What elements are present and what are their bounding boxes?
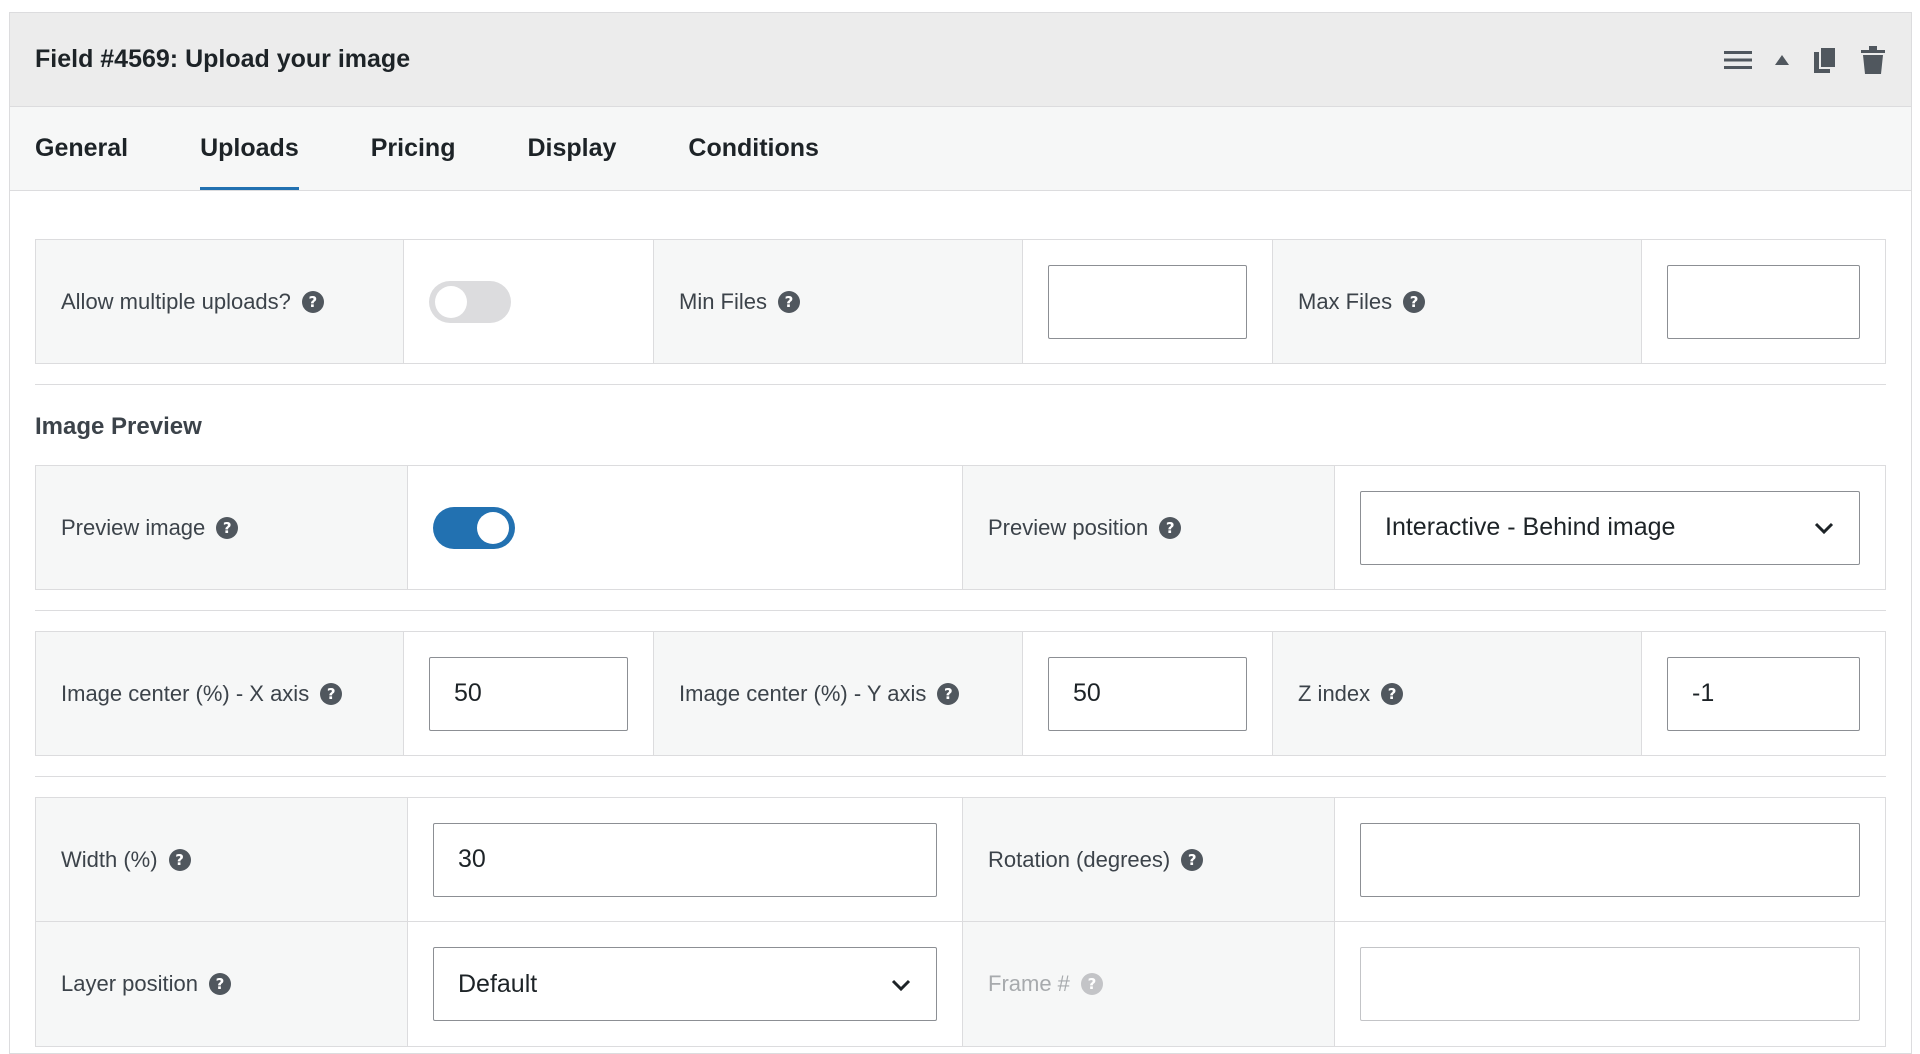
position-row: Image center (%) - X axis ? 50 Image cen… bbox=[35, 631, 1886, 756]
preview-position-cell: Interactive - Behind image bbox=[1335, 466, 1885, 589]
collapse-up-icon[interactable] bbox=[1774, 53, 1790, 67]
min-files-cell bbox=[1023, 240, 1273, 363]
frame-cell bbox=[1335, 922, 1885, 1046]
field-panel: Field #4569: Upload your image General U… bbox=[9, 12, 1912, 1054]
center-x-label: Image center (%) - X axis bbox=[61, 680, 310, 706]
chevron-down-icon bbox=[890, 970, 912, 999]
layer-position-select[interactable]: Default bbox=[433, 947, 937, 1021]
preview-position-select[interactable]: Interactive - Behind image bbox=[1360, 490, 1860, 565]
divider bbox=[35, 384, 1886, 385]
center-x-label-cell: Image center (%) - X axis ? bbox=[36, 632, 404, 755]
preview-position-label: Preview position bbox=[988, 514, 1149, 540]
tab-conditions[interactable]: Conditions bbox=[688, 107, 819, 190]
chevron-down-icon bbox=[1813, 513, 1835, 542]
help-icon[interactable]: ? bbox=[208, 973, 231, 995]
width-input[interactable]: 30 bbox=[433, 822, 937, 897]
allow-multiple-label-cell: Allow multiple uploads? ? bbox=[36, 240, 404, 363]
center-x-input[interactable]: 50 bbox=[429, 656, 628, 731]
help-icon: ? bbox=[1080, 973, 1103, 995]
rotation-label-cell: Rotation (degrees) ? bbox=[963, 798, 1335, 921]
preview-position-label-cell: Preview position ? bbox=[963, 466, 1335, 589]
z-index-label: Z index bbox=[1298, 680, 1371, 706]
center-y-input[interactable]: 50 bbox=[1048, 656, 1247, 731]
help-icon[interactable]: ? bbox=[168, 848, 191, 871]
layer-position-label: Layer position bbox=[61, 971, 198, 996]
toggle-knob bbox=[477, 511, 509, 544]
help-icon[interactable]: ? bbox=[1181, 848, 1204, 871]
header-actions bbox=[1724, 45, 1886, 75]
image-preview-heading: Image Preview bbox=[35, 413, 202, 440]
allow-multiple-toggle[interactable] bbox=[429, 280, 511, 323]
z-index-cell: -1 bbox=[1642, 632, 1885, 755]
layer-position-cell: Default bbox=[408, 922, 963, 1046]
help-icon[interactable]: ? bbox=[320, 682, 343, 705]
help-icon[interactable]: ? bbox=[1381, 682, 1404, 705]
divider bbox=[35, 776, 1886, 777]
center-x-cell: 50 bbox=[404, 632, 654, 755]
width-row: Width (%) ? 30 Rotation (degrees) ? bbox=[36, 798, 1885, 922]
rotation-label: Rotation (degrees) bbox=[988, 846, 1171, 872]
center-y-label: Image center (%) - Y axis bbox=[679, 680, 927, 706]
preview-row: Preview image ? Preview position ? Inter… bbox=[35, 465, 1886, 590]
help-icon[interactable]: ? bbox=[778, 290, 801, 313]
size-block: Width (%) ? 30 Rotation (degrees) ? Laye… bbox=[35, 797, 1886, 1047]
tab-display[interactable]: Display bbox=[527, 107, 616, 190]
frame-label: Frame # bbox=[988, 971, 1070, 996]
z-index-label-cell: Z index ? bbox=[1273, 632, 1642, 755]
width-label: Width (%) bbox=[61, 846, 158, 872]
center-y-label-cell: Image center (%) - Y axis ? bbox=[654, 632, 1023, 755]
toggle-knob bbox=[435, 285, 467, 318]
preview-image-label-cell: Preview image ? bbox=[36, 466, 408, 589]
layer-position-value: Default bbox=[458, 969, 538, 998]
uploads-tab-content: Allow multiple uploads? ? Min Files ? Ma… bbox=[10, 191, 1911, 1047]
trash-icon[interactable] bbox=[1860, 45, 1886, 75]
layer-row: Layer position ? Default Frame # ? bbox=[36, 922, 1885, 1046]
allow-multiple-cell bbox=[404, 240, 654, 363]
z-index-input[interactable]: -1 bbox=[1667, 656, 1860, 731]
field-header: Field #4569: Upload your image bbox=[10, 13, 1911, 107]
center-y-cell: 50 bbox=[1023, 632, 1273, 755]
layer-position-label-cell: Layer position ? bbox=[36, 922, 408, 1046]
preview-image-toggle[interactable] bbox=[433, 506, 515, 549]
field-title: Field #4569: Upload your image bbox=[35, 45, 411, 73]
menu-icon[interactable] bbox=[1724, 49, 1752, 71]
min-files-label: Min Files bbox=[679, 288, 768, 314]
help-icon[interactable]: ? bbox=[216, 516, 239, 539]
tab-pricing[interactable]: Pricing bbox=[371, 107, 456, 190]
preview-position-value: Interactive - Behind image bbox=[1385, 513, 1676, 541]
tab-bar: General Uploads Pricing Display Conditio… bbox=[10, 107, 1911, 191]
help-icon[interactable]: ? bbox=[1159, 516, 1182, 539]
max-files-label-cell: Max Files ? bbox=[1273, 240, 1642, 363]
frame-label-cell: Frame # ? bbox=[963, 922, 1335, 1046]
max-files-cell bbox=[1642, 240, 1885, 363]
allow-multiple-label: Allow multiple uploads? bbox=[61, 288, 291, 314]
help-icon[interactable]: ? bbox=[301, 290, 324, 313]
uploads-row: Allow multiple uploads? ? Min Files ? Ma… bbox=[35, 239, 1886, 364]
min-files-label-cell: Min Files ? bbox=[654, 240, 1023, 363]
rotation-cell bbox=[1335, 798, 1885, 921]
divider bbox=[35, 610, 1886, 611]
frame-input bbox=[1360, 947, 1860, 1021]
max-files-label: Max Files bbox=[1298, 288, 1393, 314]
tab-general[interactable]: General bbox=[35, 107, 128, 190]
rotation-input[interactable] bbox=[1360, 822, 1860, 897]
help-icon[interactable]: ? bbox=[1403, 290, 1426, 313]
duplicate-icon[interactable] bbox=[1812, 45, 1838, 75]
tab-uploads[interactable]: Uploads bbox=[200, 107, 299, 190]
preview-image-cell bbox=[408, 466, 963, 589]
width-label-cell: Width (%) ? bbox=[36, 798, 408, 921]
width-cell: 30 bbox=[408, 798, 963, 921]
preview-image-label: Preview image bbox=[61, 514, 206, 540]
max-files-input[interactable] bbox=[1667, 264, 1860, 339]
min-files-input[interactable] bbox=[1048, 264, 1247, 339]
help-icon[interactable]: ? bbox=[937, 682, 960, 705]
